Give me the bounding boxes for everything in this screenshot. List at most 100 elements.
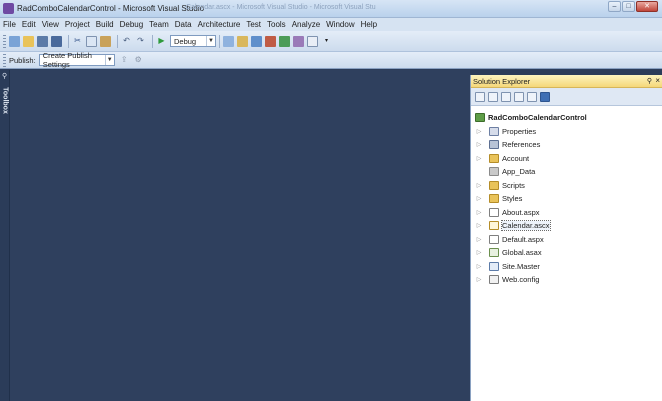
menu-debug[interactable]: Debug	[120, 20, 144, 29]
refresh-icon[interactable]	[501, 91, 511, 102]
chevron-down-icon: ▼	[206, 36, 215, 46]
aspx-file-icon	[489, 207, 499, 217]
toolbar-gripper[interactable]	[3, 34, 6, 48]
properties-icon	[489, 126, 499, 136]
tree-item-label: Global.asax	[502, 248, 542, 258]
expand-arrow-icon[interactable]: ▷	[475, 263, 483, 270]
extension-manager-icon[interactable]	[293, 35, 304, 47]
menu-window[interactable]: Window	[326, 20, 354, 29]
cut-icon[interactable]: ✂	[72, 36, 83, 47]
expand-arrow-icon[interactable]: ▷	[475, 222, 483, 229]
tree-item-label: Styles	[502, 194, 523, 204]
expand-arrow-icon[interactable]: ▷	[475, 182, 483, 189]
toolbar-separator	[219, 34, 220, 48]
tree-item-about-aspx[interactable]: ▷ About.aspx	[471, 206, 662, 220]
menu-architecture[interactable]: Architecture	[198, 20, 241, 29]
tree-item-label: Calendar.ascx	[501, 220, 551, 232]
tree-item-label: References	[502, 140, 541, 150]
undo-icon[interactable]: ↶	[121, 36, 132, 47]
menu-tools[interactable]: Tools	[267, 20, 286, 29]
expand-arrow-icon[interactable]: ▷	[475, 195, 483, 202]
toolbar-gripper[interactable]	[3, 53, 6, 67]
expand-arrow-icon[interactable]: ▷	[475, 155, 483, 162]
menu-project[interactable]: Project	[65, 20, 90, 29]
tree-item-label: About.aspx	[502, 207, 540, 217]
tree-root-project[interactable]: RadComboCalendarControl	[471, 111, 662, 125]
tree-item-properties[interactable]: ▷ Properties	[471, 125, 662, 139]
menu-team[interactable]: Team	[149, 20, 169, 29]
menu-help[interactable]: Help	[361, 20, 377, 29]
menu-analyze[interactable]: Analyze	[292, 20, 320, 29]
new-project-icon[interactable]	[9, 35, 20, 47]
save-all-icon[interactable]	[51, 35, 62, 47]
find-in-files-icon[interactable]	[223, 35, 234, 47]
toolbox-icon[interactable]	[279, 35, 290, 47]
publish-label: Publish:	[9, 55, 36, 65]
publish-toolbar: Publish: Create Publish Settings ▼ ⇪ ⚙	[0, 51, 662, 69]
expand-arrow-icon[interactable]: ▷	[475, 141, 483, 148]
solution-explorer-toolbar	[471, 88, 662, 106]
aspnet-configuration-icon[interactable]	[540, 91, 550, 102]
menu-build[interactable]: Build	[96, 20, 114, 29]
expand-arrow-icon[interactable]: ▷	[475, 128, 483, 135]
tree-item-site-master[interactable]: ▷ Site.Master	[471, 260, 662, 274]
toolbar-options-icon[interactable]: ▾	[321, 36, 332, 47]
start-debugging-icon[interactable]: ▶	[156, 36, 167, 47]
menu-bar: File Edit View Project Build Debug Team …	[0, 18, 662, 31]
maximize-button[interactable]: □	[622, 1, 635, 12]
publish-profile-select[interactable]: Create Publish Settings ▼	[38, 51, 115, 69]
pin-icon[interactable]: ⚲	[647, 77, 652, 85]
configuration-value: Debug	[174, 36, 197, 46]
tree-item-label: Default.aspx	[502, 234, 544, 244]
config-file-icon	[489, 275, 499, 285]
toolbar-separator	[152, 34, 153, 48]
tree-item-account[interactable]: ▷ Account	[471, 152, 662, 166]
toolbox-tab[interactable]: Toolbox	[1, 77, 9, 127]
show-all-files-icon[interactable]	[488, 91, 498, 102]
solution-explorer-header[interactable]: Solution Explorer ⚲ ×	[471, 75, 662, 88]
start-page-icon[interactable]	[307, 35, 318, 47]
properties-window-icon[interactable]	[251, 35, 262, 47]
menu-file[interactable]: File	[3, 20, 16, 29]
view-designer-icon[interactable]	[514, 91, 524, 102]
expand-arrow-icon[interactable]: ▷	[475, 276, 483, 283]
tree-item-references[interactable]: ▷ References	[471, 138, 662, 152]
close-button[interactable]: ✕	[636, 1, 658, 12]
folder-icon	[489, 180, 499, 190]
expand-arrow-icon[interactable]: ▷	[475, 236, 483, 243]
menu-edit[interactable]: Edit	[22, 20, 36, 29]
tree-item-label: Account	[502, 153, 530, 163]
menu-data[interactable]: Data	[175, 20, 192, 29]
publish-profile-value: Create Publish Settings	[42, 51, 92, 69]
ascx-file-icon	[489, 221, 499, 231]
object-browser-icon[interactable]	[265, 35, 276, 47]
paste-icon[interactable]	[100, 35, 111, 47]
tree-item-global-asax[interactable]: ▷ Global.asax	[471, 246, 662, 260]
open-file-icon[interactable]	[23, 35, 34, 47]
solution-configuration-select[interactable]: Debug ▼	[170, 35, 216, 47]
tree-item-default-aspx[interactable]: ▷ Default.aspx	[471, 233, 662, 247]
expand-arrow-icon[interactable]: ▷	[475, 249, 483, 256]
tree-item-calendar-ascx[interactable]: ▷ Calendar.ascx	[471, 219, 662, 233]
view-code-icon[interactable]	[527, 91, 537, 102]
tree-item-scripts[interactable]: ▷ Scripts	[471, 179, 662, 193]
menu-view[interactable]: View	[42, 20, 59, 29]
tree-item-web-config[interactable]: ▷ Web.config	[471, 273, 662, 287]
redo-icon[interactable]: ↷	[135, 36, 146, 47]
solution-explorer-icon[interactable]	[237, 35, 248, 47]
toolbox-label: Toolbox	[1, 87, 9, 114]
close-icon[interactable]: ×	[655, 76, 660, 85]
save-icon[interactable]	[37, 35, 48, 47]
tree-item-app-data[interactable]: ▷ App_Data	[471, 165, 662, 179]
copy-icon[interactable]	[86, 35, 97, 47]
minimize-button[interactable]: –	[608, 1, 621, 12]
folder-icon	[489, 194, 499, 204]
properties-icon[interactable]	[475, 91, 485, 102]
tree-item-styles[interactable]: ▷ Styles	[471, 192, 662, 206]
visual-studio-icon	[3, 3, 14, 14]
expand-arrow-icon[interactable]: ▷	[475, 209, 483, 216]
editor-area[interactable]	[10, 70, 470, 401]
menu-test[interactable]: Test	[246, 20, 261, 29]
publish-settings-icon[interactable]: ⚙	[133, 55, 144, 66]
publish-web-icon[interactable]: ⇪	[119, 55, 130, 66]
